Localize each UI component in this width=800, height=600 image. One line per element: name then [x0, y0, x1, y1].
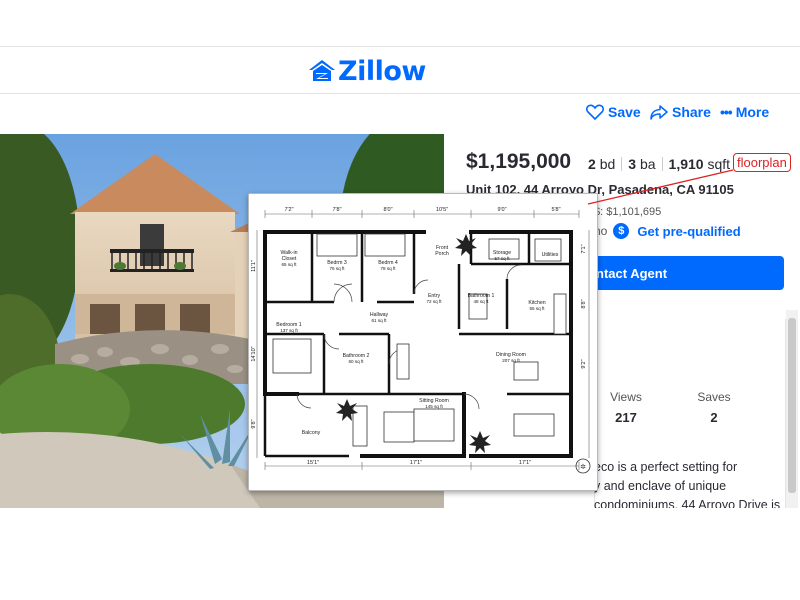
description-line: y and enclave of unique	[594, 479, 727, 493]
get-prequalified-link[interactable]: Get pre-qualified	[637, 224, 740, 239]
baths-unit: ba	[639, 156, 656, 172]
heart-icon	[586, 104, 604, 120]
site-header: Zillow	[0, 46, 800, 94]
contact-agent-label: ntact Agent	[596, 265, 668, 281]
dimension-label: 17'1"	[410, 460, 422, 466]
zestimate-text: $: $1,101,695	[594, 206, 662, 218]
room-label: Utilities	[542, 252, 559, 258]
bed-bath-sqft: 2 bd 3 ba 1,910 sqft	[588, 156, 730, 172]
dimension-label: 9'8"	[251, 419, 257, 428]
room-area-label: 61 sq ft	[371, 318, 387, 323]
floorplan-drawing: ✲ 7'2" 7'8" 8'0" 10'5" 9'0" 5'8" 15'1" 17'1" 17'…	[249, 194, 597, 490]
dimension-label: 9'2"	[581, 359, 587, 368]
description-line: eco is a perfect setting for	[594, 460, 738, 474]
save-button[interactable]: Save	[586, 104, 641, 120]
room-area-label: 78 sq ft	[380, 266, 396, 271]
more-dots-icon: •••	[720, 104, 733, 120]
share-button[interactable]: Share	[650, 104, 711, 120]
saves-stat: Saves 2	[684, 390, 744, 425]
sqft-unit: sqft	[707, 156, 731, 172]
estimated-payment-row: no $ Get pre-qualified	[594, 223, 741, 239]
dimension-label: 7'2"	[284, 207, 293, 213]
baths-count: 3	[628, 156, 637, 172]
beds-count: 2	[588, 156, 596, 172]
logo-wordmark: Zillow	[338, 55, 426, 87]
room-area-label: 137 sq ft	[280, 328, 298, 333]
share-icon	[650, 105, 668, 120]
room-area-label: 65 sq ft	[281, 262, 297, 267]
dimension-label: 5'8"	[551, 207, 560, 213]
dimension-label: 11'1"	[251, 260, 257, 272]
dollar-icon: $	[613, 223, 630, 239]
room-area-label: 76 sq ft	[329, 266, 345, 271]
zillow-logo[interactable]: Zillow	[308, 55, 426, 87]
screenshot-composite: Zillow Save Share ••• More $1,195,000 2 …	[0, 0, 800, 600]
dimension-label: 15'1"	[307, 460, 319, 466]
room-area-label: 57 sq ft	[494, 256, 510, 261]
zillow-logo-icon	[309, 60, 335, 81]
dimension-label: 7'8"	[332, 207, 341, 213]
share-label: Share	[672, 104, 711, 120]
room-label: Balcony	[302, 430, 321, 436]
dimension-label: 7'1"	[581, 244, 587, 253]
contact-agent-button[interactable]: ntact Agent	[584, 256, 784, 290]
room-area-label: 60 sq ft	[348, 359, 364, 364]
svg-text:✲: ✲	[580, 463, 586, 471]
room-area-label: 145 sq ft	[425, 404, 443, 409]
dimension-label: 17'1"	[519, 460, 531, 466]
room-area-label: 48 sq ft	[473, 299, 489, 304]
room-area-label: 72 sq ft	[426, 299, 442, 304]
floorplan-popup[interactable]: ✲ 7'2" 7'8" 8'0" 10'5" 9'0" 5'8" 15'1" 17'1" 17'…	[248, 193, 598, 491]
listing-price: $1,195,000	[466, 150, 572, 173]
listing-action-bar: Save Share ••• More	[0, 96, 800, 132]
listing-description: eco is a perfect setting for y and encla…	[594, 458, 794, 508]
room-area-label: 55 sq ft	[529, 306, 545, 311]
saves-value: 2	[710, 410, 718, 425]
floorplan-annotation: floorplan	[733, 153, 791, 172]
more-button[interactable]: ••• More	[720, 104, 769, 120]
views-value: 217	[615, 410, 637, 425]
saves-label: Saves	[697, 390, 731, 404]
description-line: condominiums. 44 Arroyo Drive is located…	[594, 498, 781, 508]
dimension-label: 8'0"	[383, 207, 392, 213]
sqft-count: 1,910	[668, 156, 704, 172]
views-stat: Views 217	[596, 390, 656, 425]
dimension-label: 10'5"	[436, 207, 448, 213]
views-label: Views	[610, 390, 642, 404]
more-label: More	[735, 104, 770, 120]
dimension-label: 8'8"	[581, 299, 587, 308]
room-area-label: 207 sq ft	[502, 358, 520, 363]
beds-unit: bd	[599, 156, 616, 172]
save-label: Save	[608, 104, 641, 120]
dimension-label: 14'10"	[251, 346, 257, 361]
room-label: Porch	[435, 251, 449, 257]
dimension-label: 9'0"	[497, 207, 506, 213]
